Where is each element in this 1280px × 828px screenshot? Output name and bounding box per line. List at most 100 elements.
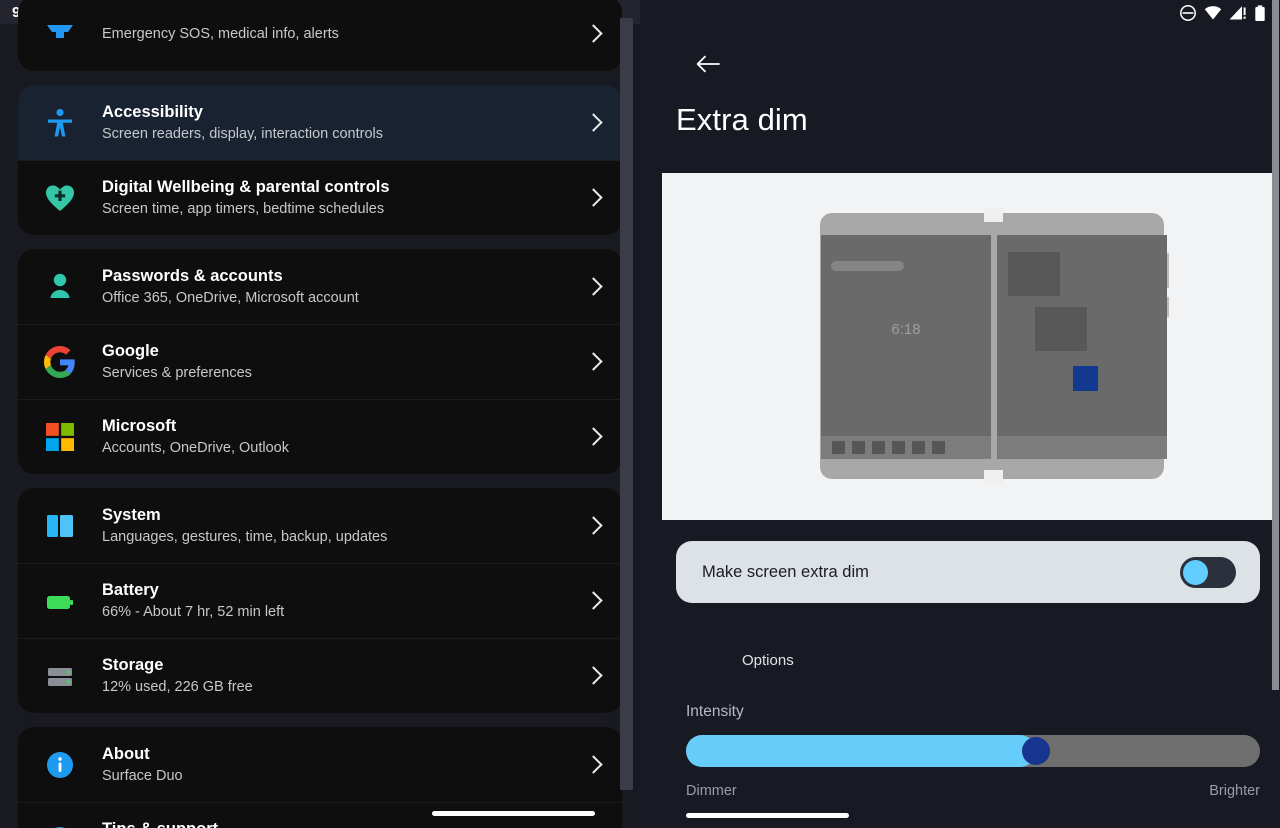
storage-icon (40, 656, 80, 696)
device-clock: 6:18 (891, 321, 921, 338)
emergency-sos-icon (40, 14, 80, 54)
settings-row-subtitle: Services & preferences (102, 365, 252, 381)
chevron-right-icon (582, 275, 606, 299)
device-body: 6:18 (820, 208, 1169, 484)
settings-list[interactable]: Emergency SOS, medical info, alerts Acce… (0, 0, 640, 828)
settings-row-storage[interactable]: Storage 12% used, 226 GB free (18, 638, 622, 713)
back-button[interactable] (686, 42, 730, 86)
do-not-disturb-icon (1180, 5, 1196, 21)
settings-row-text: System Languages, gestures, time, backup… (102, 505, 574, 547)
page-title: Extra dim (676, 102, 808, 137)
google-icon (40, 342, 80, 382)
back-arrow-icon (696, 55, 720, 73)
chevron-right-icon (582, 111, 606, 135)
settings-row-title: About (102, 744, 150, 763)
settings-row-subtitle: Office 365, OneDrive, Microsoft account (102, 289, 359, 306)
settings-row-subtitle: Emergency SOS, medical info, alerts (102, 26, 339, 42)
settings-row-text: About Surface Duo (102, 744, 574, 786)
settings-group-system: System Languages, gestures, time, backup… (18, 488, 622, 713)
extra-dim-switch[interactable] (1180, 556, 1236, 588)
extra-dim-scrollbar[interactable] (1272, 0, 1279, 690)
chevron-right-icon (582, 186, 606, 210)
cellular-signal-alert-icon (1229, 6, 1246, 20)
intensity-label: Intensity (686, 703, 744, 720)
dual-screen-root: 9:26 Emergency SOS, medical info, alerts (0, 0, 1280, 828)
settings-row-text: Google Services & preferences (102, 341, 574, 383)
passwords-accounts-icon (40, 267, 80, 307)
settings-row-text: Passwords & accounts Office 365, OneDriv… (102, 266, 574, 308)
settings-row-title: Digital Wellbeing & parental controls (102, 178, 390, 196)
settings-row-text: Microsoft Accounts, OneDrive, Outlook (102, 416, 574, 458)
settings-row-title: Passwords & accounts (102, 266, 283, 285)
chevron-right-icon (582, 753, 606, 777)
settings-row-passwords-accounts[interactable]: Passwords & accounts Office 365, OneDriv… (18, 249, 622, 324)
settings-group-safety: Emergency SOS, medical info, alerts (18, 0, 622, 71)
settings-row-title: System (102, 505, 161, 524)
chevron-right-icon (582, 589, 606, 613)
settings-row-battery[interactable]: Battery 66% - About 7 hr, 52 min left (18, 563, 622, 638)
device-content-tile-1 (1008, 252, 1060, 296)
settings-row-digital-wellbeing[interactable]: Digital Wellbeing & parental controls Sc… (18, 160, 622, 235)
settings-row-title: Microsoft (102, 417, 177, 435)
device-hinge-bottom (984, 470, 1003, 484)
tips-support-icon: ? (40, 820, 80, 828)
settings-row-microsoft[interactable]: Microsoft Accounts, OneDrive, Outlook (18, 399, 622, 474)
microsoft-icon (40, 417, 80, 457)
settings-row-about[interactable]: About Surface Duo (18, 727, 622, 802)
intensity-slider[interactable] (686, 735, 1260, 767)
switch-thumb (1183, 559, 1208, 585)
settings-group-accounts: Passwords & accounts Office 365, OneDriv… (18, 249, 622, 474)
battery-icon (1255, 4, 1265, 21)
settings-row-text: Storage 12% used, 226 GB free (102, 655, 574, 697)
battery-icon (40, 581, 80, 621)
status-bar-right (640, 0, 1280, 26)
device-right-bar (997, 436, 1167, 459)
device-search-pill (831, 261, 904, 271)
dual-screen-device-illustration: 6:18 (662, 173, 1276, 520)
settings-row-title: Storage (102, 656, 164, 674)
home-indicator-left[interactable] (432, 811, 595, 816)
settings-row-title: Battery (102, 581, 159, 599)
settings-row-google[interactable]: Google Services & preferences (18, 324, 622, 399)
chevron-right-icon (582, 664, 606, 688)
settings-row-subtitle: Screen time, app timers, bedtime schedul… (102, 201, 385, 217)
settings-row-title: Tips & support (102, 819, 574, 828)
extra-dim-toggle-label: Make screen extra dim (702, 562, 869, 581)
home-indicator-right[interactable] (686, 813, 849, 818)
settings-row-text: Tips & support Get started, help (102, 819, 574, 828)
settings-row-title: Google (102, 342, 159, 360)
chevron-right-icon (582, 514, 606, 538)
device-content-tile-2 (1035, 307, 1087, 351)
device-hinge-top (984, 208, 1003, 222)
settings-row-subtitle: Accounts, OneDrive, Outlook (102, 440, 289, 456)
chevron-right-icon (582, 350, 606, 374)
extra-dim-pane: Extra dim 6:18 Make screen extra dim Opt… (640, 0, 1280, 828)
digital-wellbeing-icon (40, 178, 80, 218)
settings-row-subtitle: Screen readers, display, interaction con… (102, 125, 384, 142)
settings-row-title: Accessibility (102, 102, 203, 121)
accessibility-icon (40, 103, 80, 143)
settings-row-text: Digital Wellbeing & parental controls Sc… (102, 177, 574, 219)
settings-row-system[interactable]: System Languages, gestures, time, backup… (18, 488, 622, 563)
chevron-right-icon (582, 22, 606, 46)
intensity-slider-fill (686, 735, 1037, 767)
settings-row-text: Emergency SOS, medical info, alerts (102, 23, 574, 44)
settings-list-scrollbar[interactable] (620, 18, 633, 790)
device-right-screen (997, 235, 1167, 459)
device-left-screen: 6:18 (821, 235, 991, 459)
settings-row-subtitle: 66% - About 7 hr, 52 min left (102, 604, 285, 620)
settings-row-subtitle: 12% used, 226 GB free (102, 679, 253, 695)
settings-row-subtitle: Languages, gestures, time, backup, updat… (102, 528, 388, 545)
intensity-max-label: Brighter (1209, 783, 1260, 799)
extra-dim-toggle-row[interactable]: Make screen extra dim (676, 541, 1260, 603)
wifi-icon (1204, 6, 1222, 20)
chevron-right-icon (582, 425, 606, 449)
intensity-slider-thumb[interactable] (1022, 737, 1051, 765)
settings-row-accessibility[interactable]: Accessibility Screen readers, display, i… (18, 85, 622, 160)
options-heading: Options (742, 652, 794, 669)
settings-row-subtitle: Surface Duo (102, 767, 183, 784)
settings-group-accessibility: Accessibility Screen readers, display, i… (18, 85, 622, 235)
settings-row-safety-emergency[interactable]: Emergency SOS, medical info, alerts (18, 0, 622, 71)
settings-row-text: Accessibility Screen readers, display, i… (102, 102, 574, 144)
settings-list-pane: 9:26 Emergency SOS, medical info, alerts (0, 0, 640, 828)
